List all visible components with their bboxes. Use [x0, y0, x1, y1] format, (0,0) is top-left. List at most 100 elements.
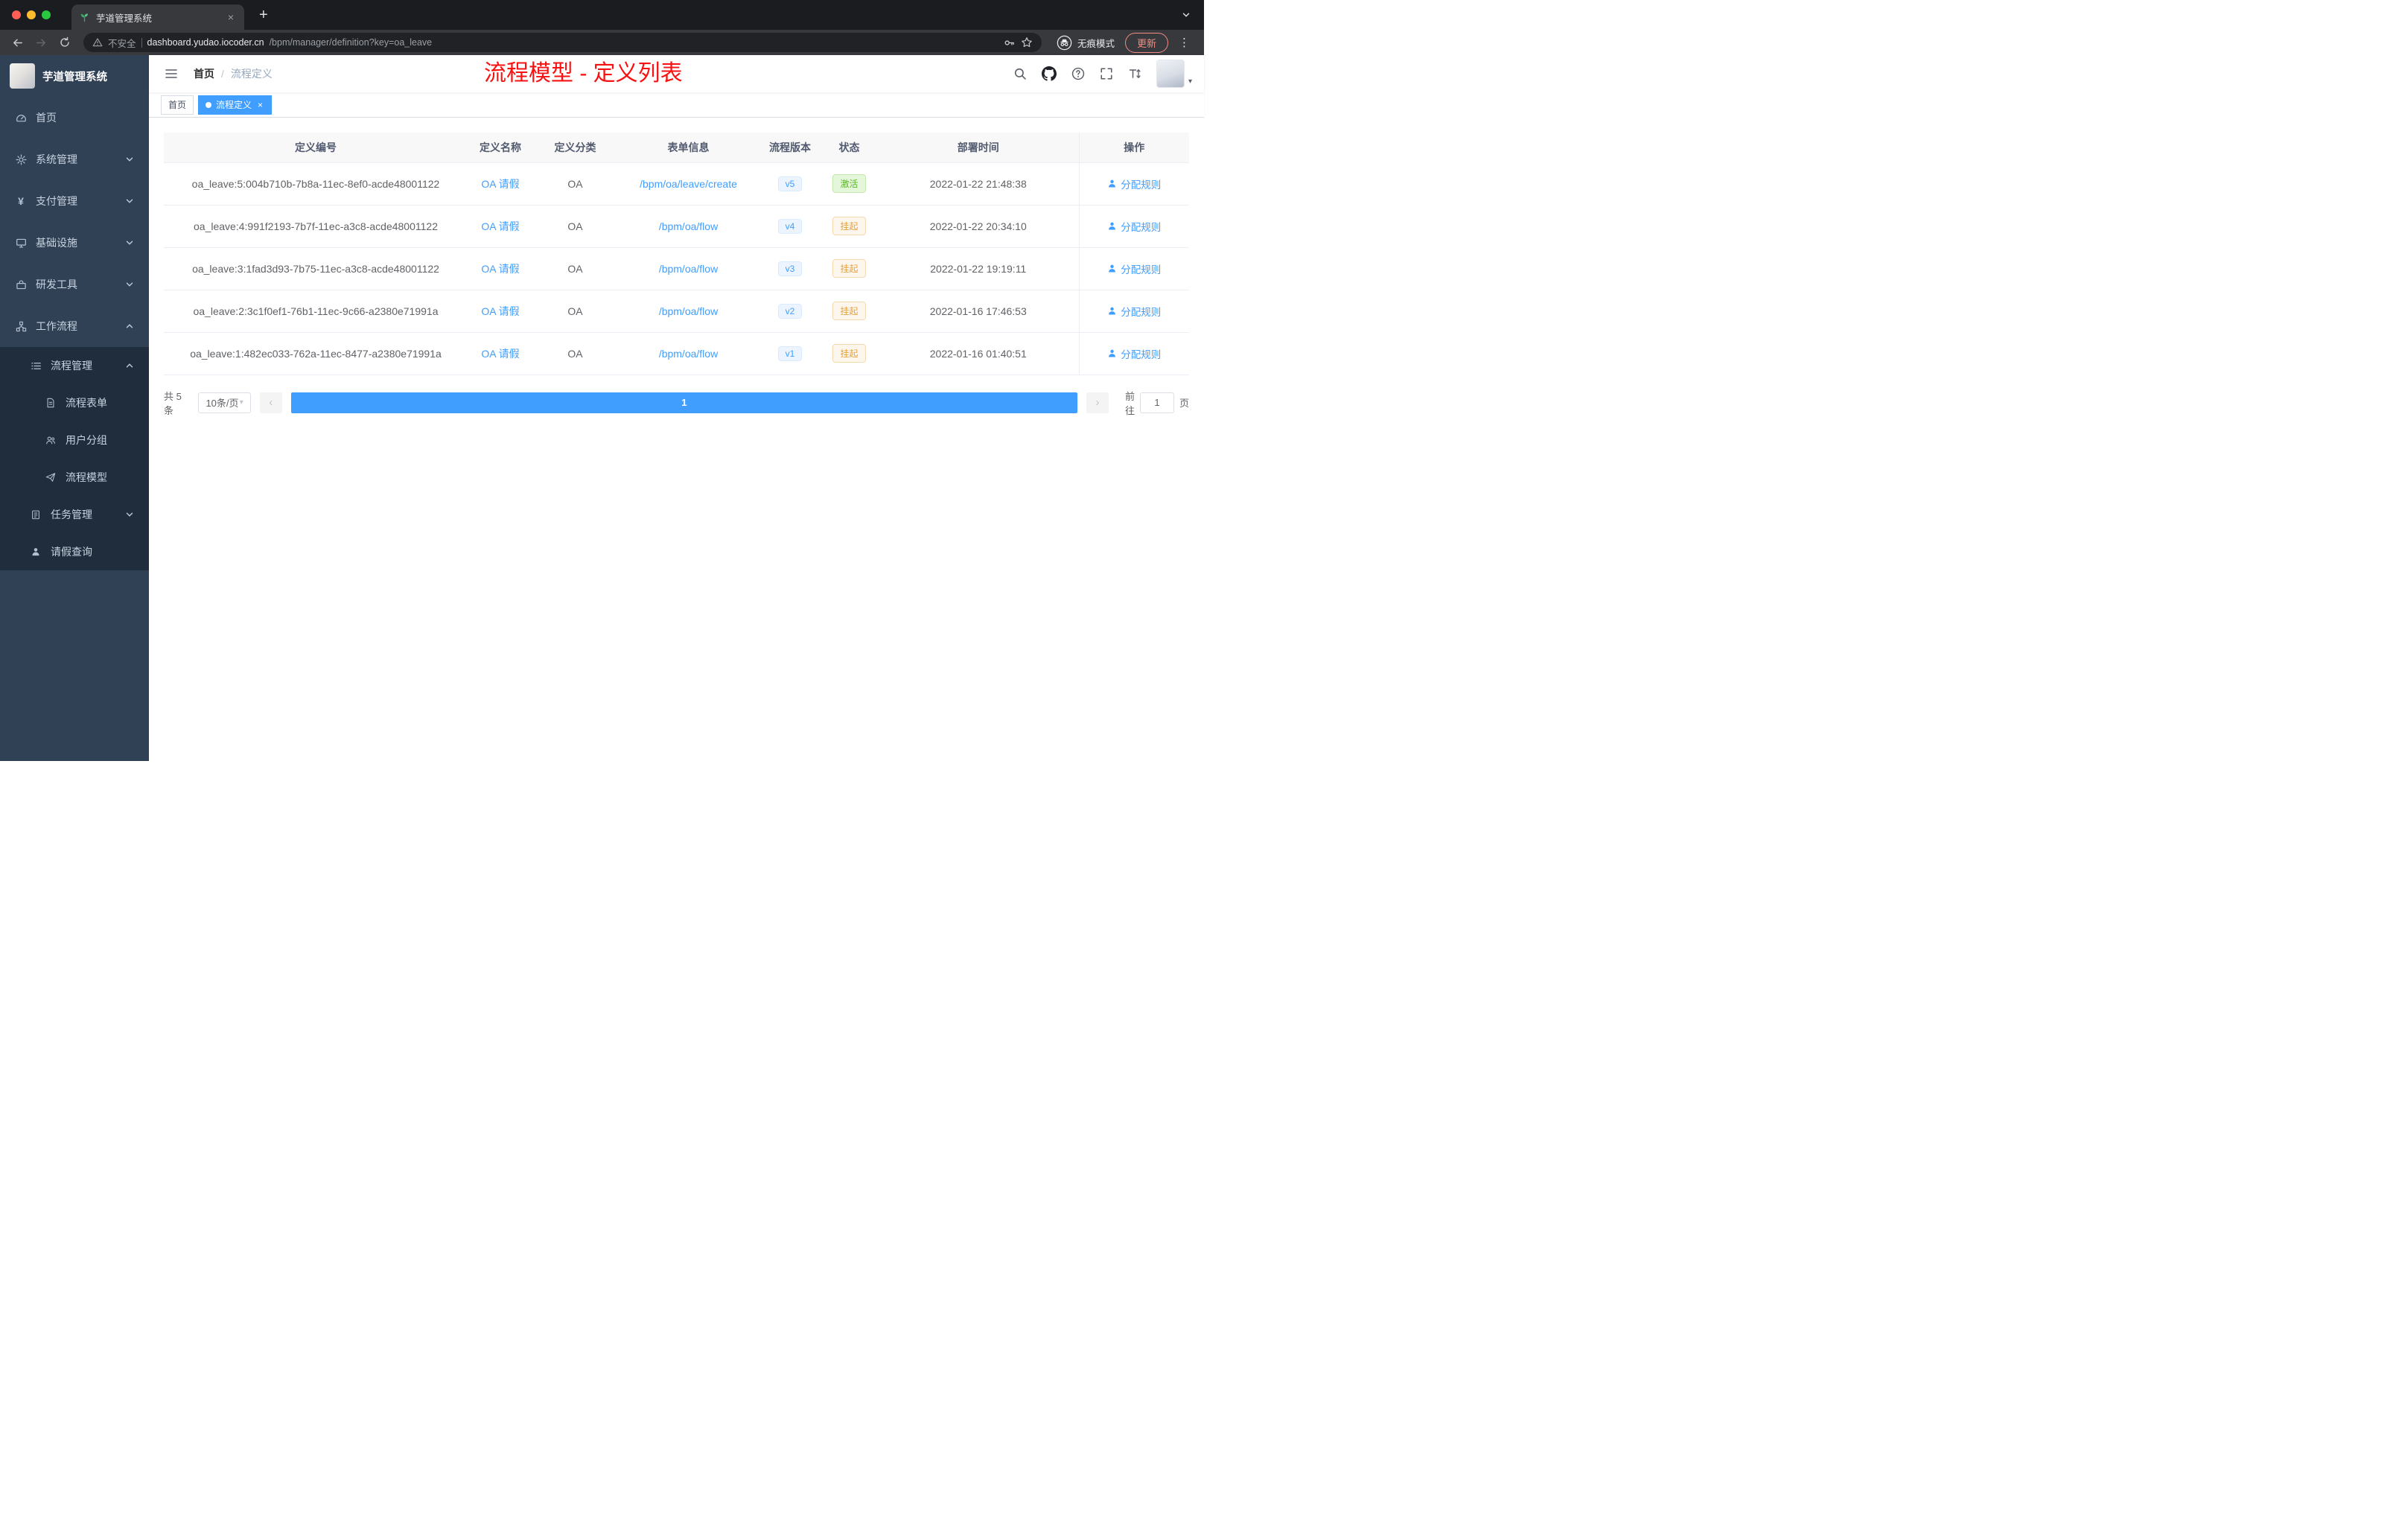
font-size-icon[interactable]: [1128, 67, 1141, 80]
window-minimize-button[interactable]: [27, 10, 36, 19]
tags-view: 首页 流程定义 ×: [149, 92, 1204, 118]
assign-rule-link[interactable]: 分配规则: [1107, 176, 1161, 191]
chevron-down-icon: [125, 238, 134, 247]
fullscreen-icon[interactable]: [1100, 67, 1113, 80]
definition-id: oa_leave:4:991f2193-7b7f-11ec-a3c8-acde4…: [194, 220, 438, 232]
forward-button[interactable]: [31, 33, 51, 52]
browser-menu-icon[interactable]: ⋮: [1173, 36, 1197, 49]
page-size-value: 10条/页: [206, 398, 239, 409]
column-header-id: 定义编号: [164, 133, 468, 163]
form-link[interactable]: /bpm/oa/flow: [659, 348, 718, 360]
sidebar-item-label: 支付管理: [36, 195, 77, 207]
gear-icon: [15, 154, 27, 165]
definition-id: oa_leave:5:004b710b-7b8a-11ec-8ef0-acde4…: [191, 177, 440, 190]
warning-icon: [92, 37, 103, 48]
help-icon[interactable]: [1071, 67, 1085, 80]
page-number-button[interactable]: 1: [290, 392, 1077, 413]
assign-rule-label: 分配规则: [1121, 306, 1162, 318]
assign-rule-link[interactable]: 分配规则: [1107, 261, 1161, 276]
column-header-status: 状态: [821, 133, 878, 163]
tag-home[interactable]: 首页: [161, 95, 194, 115]
password-key-icon[interactable]: [1003, 36, 1016, 49]
next-page-button[interactable]: ›: [1086, 392, 1109, 413]
security-label[interactable]: 不安全: [108, 36, 136, 50]
window-zoom-button[interactable]: [42, 10, 51, 19]
url-path: /bpm/manager/definition?key=oa_leave: [269, 37, 433, 48]
users-icon: [45, 435, 57, 445]
sidebar-item-task-management[interactable]: 任务管理: [0, 496, 149, 533]
sidebar-item-label: 流程表单: [66, 397, 107, 409]
github-icon[interactable]: [1041, 66, 1057, 81]
assign-rule-link[interactable]: 分配规则: [1107, 346, 1161, 361]
avatar[interactable]: [1156, 60, 1185, 88]
goto-page-input[interactable]: [1139, 392, 1174, 413]
reload-button[interactable]: [55, 33, 74, 52]
pagination-total: 共 5 条: [164, 390, 182, 416]
sidebar-item-system-management[interactable]: 系统管理: [0, 138, 149, 180]
pagination: 共 5 条 10条/页 ▾ ‹ 1 › 前往 页: [164, 389, 1189, 417]
sidebar-item-workflow[interactable]: 工作流程: [0, 305, 149, 347]
sidebar-item-user-group[interactable]: 用户分组: [0, 421, 149, 459]
main-area: 首页 / 流程定义 流程模型 - 定义列表 ▾ 首页 流程定义 × 定义编号 定…: [149, 55, 1204, 761]
assign-rule-link[interactable]: 分配规则: [1107, 304, 1161, 319]
form-link[interactable]: /bpm/oa/flow: [659, 263, 718, 275]
goto-page: 前往 页: [1125, 389, 1189, 417]
tag-process-definition[interactable]: 流程定义 ×: [198, 95, 273, 115]
app-header: 首页 / 流程定义 流程模型 - 定义列表 ▾: [149, 55, 1204, 92]
sidebar-item-payment-management[interactable]: ¥ 支付管理: [0, 180, 149, 222]
column-header-form: 表单信息: [617, 133, 759, 163]
sidebar-item-label: 首页: [36, 112, 57, 124]
chevron-up-icon: [125, 322, 134, 331]
sidebar-toggle-icon[interactable]: [161, 66, 182, 81]
sidebar-item-home[interactable]: 首页: [0, 97, 149, 138]
table-row: oa_leave:5:004b710b-7b8a-11ec-8ef0-acde4…: [164, 162, 1189, 206]
user-menu[interactable]: ▾: [1156, 60, 1192, 88]
assign-rule-link[interactable]: 分配规则: [1107, 219, 1161, 234]
definition-id: oa_leave:2:3c1f0ef1-76b1-11ec-9c66-a2380…: [193, 305, 439, 317]
sidebar-item-process-form[interactable]: 流程表单: [0, 384, 149, 421]
sidebar-item-infrastructure[interactable]: 基础设施: [0, 222, 149, 264]
update-button[interactable]: 更新: [1124, 32, 1168, 53]
person-icon: [30, 547, 42, 557]
incognito-label: 无痕模式: [1077, 38, 1115, 49]
search-icon[interactable]: [1013, 67, 1027, 80]
status-tag: 挂起: [832, 217, 866, 235]
tab-search-chevron-icon[interactable]: [1182, 10, 1191, 19]
sidebar-item-dev-tools[interactable]: 研发工具: [0, 264, 149, 305]
definition-id: oa_leave:3:1fad3d93-7b75-11ec-a3c8-acde4…: [192, 262, 439, 275]
version-tag: v3: [777, 261, 803, 276]
definition-name-link[interactable]: OA 请假: [481, 178, 519, 190]
sidebar-item-process-management[interactable]: 流程管理: [0, 347, 149, 384]
breadcrumb-home[interactable]: 首页: [194, 66, 214, 81]
new-tab-button[interactable]: +: [255, 6, 273, 24]
definition-name-link[interactable]: OA 请假: [481, 263, 519, 275]
window-close-button[interactable]: [12, 10, 21, 19]
toolbox-icon: [15, 279, 27, 290]
form-link[interactable]: /bpm/oa/flow: [659, 305, 718, 317]
tag-label: 首页: [168, 100, 187, 110]
definition-name-link[interactable]: OA 请假: [481, 348, 519, 360]
sidebar-item-label: 请假查询: [51, 546, 92, 558]
form-link[interactable]: /bpm/oa/flow: [659, 220, 718, 232]
definition-name-link[interactable]: OA 请假: [481, 220, 519, 232]
bookmark-star-icon[interactable]: [1021, 36, 1033, 48]
form-link[interactable]: /bpm/oa/leave/create: [640, 178, 737, 190]
sidebar-item-leave-query[interactable]: 请假查询: [0, 533, 149, 570]
prev-page-button[interactable]: ‹: [259, 392, 282, 413]
tab-close-icon[interactable]: ×: [225, 10, 237, 24]
breadcrumb-current: 流程定义: [230, 68, 273, 80]
address-bar[interactable]: 不安全 dashboard.yudao.iocoder.cn/bpm/manag…: [83, 33, 1042, 52]
page-size-select[interactable]: 10条/页 ▾: [198, 392, 251, 413]
caret-down-icon[interactable]: ▾: [1188, 77, 1192, 88]
user-icon: [1109, 222, 1116, 230]
column-header-name: 定义名称: [468, 133, 533, 163]
tab-title: 芋道管理系统: [96, 13, 153, 24]
tag-close-icon[interactable]: ×: [256, 100, 264, 110]
breadcrumb-separator: /: [221, 68, 224, 80]
sidebar-item-process-model[interactable]: 流程模型: [0, 459, 149, 496]
app-logo: [10, 63, 35, 89]
list-icon: [30, 360, 42, 372]
back-button[interactable]: [7, 33, 27, 52]
browser-tab[interactable]: 芋道管理系统 ×: [71, 4, 244, 30]
definition-name-link[interactable]: OA 请假: [481, 305, 519, 317]
